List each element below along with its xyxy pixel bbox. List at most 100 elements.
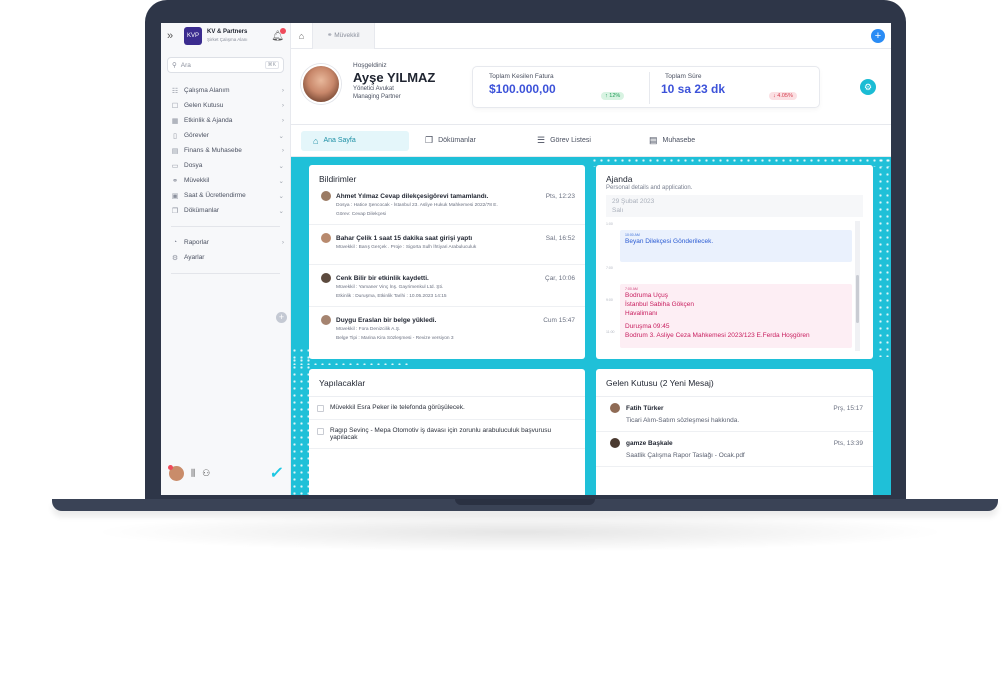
notification-dot <box>280 27 286 34</box>
sender-name: gamze Başkale <box>626 439 673 447</box>
notification-detail: Müvekkil : Yamaner Vinç İnş. Gayrimenkul… <box>336 285 444 290</box>
hour-label: 9:00 <box>606 298 613 302</box>
event-line: Bodruma Uçuş <box>625 292 668 299</box>
chevron-right-icon: › <box>281 239 284 246</box>
notification-item[interactable]: Cenk Bilir bir etkinlik kaydetti. Çar, 10… <box>309 265 585 307</box>
stat-change-badge: ↓ 4.05% <box>769 92 797 100</box>
calendar-icon: ▦ <box>171 117 179 125</box>
todo-checkbox[interactable] <box>317 428 324 435</box>
inbox-panel: Gelen Kutusu (2 Yeni Mesaj) Fatih Türker… <box>596 369 873 495</box>
agenda-date-text: 29 Şubat 2023 <box>612 198 655 205</box>
sidebar-nav: ☷ Çalışma Alanım › ☐ Gelen Kutusu › ▦ Etkinli… <box>161 83 290 218</box>
scrollbar-thumb[interactable] <box>856 275 859 323</box>
avatar <box>321 315 331 325</box>
sidebar-item-finance[interactable]: ▤ Finans & Muhasebe › <box>167 143 284 158</box>
chevron-down-icon: ⌄ <box>278 192 284 200</box>
home-icon: ⌂ <box>313 135 319 146</box>
sidebar-item-clients[interactable]: ⚭ Müvekkil ⌄ <box>167 173 284 188</box>
notification-item[interactable]: Duygu Eraslan bir belge yükledi. Cum 15:4… <box>309 307 585 348</box>
list-icon: ☰ <box>537 135 546 145</box>
notification-item[interactable]: Ahmet Yılmaz Cevap dilekçesigörevi tamam… <box>309 188 585 225</box>
message-time: Prş, 15:17 <box>833 404 863 412</box>
stat-label: Toplam Kesilen Fatura <box>489 73 554 80</box>
avatar <box>321 273 331 283</box>
hour-label: 11:00 <box>606 330 615 334</box>
sender-name: Fatih Türker <box>626 404 664 412</box>
collapse-icon[interactable]: » <box>167 30 179 42</box>
agenda-timeline: 1:00 7:00 9:00 11:00 10:00 AM Beyan Dile… <box>606 222 863 348</box>
tab-accounting[interactable]: ▤ Muhasebe <box>637 131 745 151</box>
tab-client[interactable]: ⚭ Müvekkil <box>313 23 375 49</box>
notification-title: Cenk Bilir bir etkinlik kaydetti. <box>336 274 429 282</box>
sidebar-item-billing[interactable]: ▣ Saat & Ücretlendirme ⌄ <box>167 188 284 203</box>
laptop-shadow <box>90 512 950 552</box>
sidebar-item-label: Dosya <box>184 162 203 169</box>
hour-label: 1:00 <box>606 222 613 226</box>
agenda-event[interactable]: 10:00 AM Beyan Dilekçesi Gönderilecek. <box>620 230 852 262</box>
status-dot <box>168 464 173 470</box>
workspace-icon: ☷ <box>171 87 179 95</box>
chevron-down-icon: ⌄ <box>278 207 284 215</box>
invoice-stat: Toplam Kesilen Fatura $100.000,00 <box>489 73 556 96</box>
agenda-date: 29 Şubat 2023 Salı <box>606 195 863 217</box>
stats-card: Toplam Kesilen Fatura $100.000,00 ↑ 12% … <box>472 66 820 108</box>
avatar <box>321 233 331 243</box>
sidebar-item-inbox[interactable]: ☐ Gelen Kutusu › <box>167 98 284 113</box>
agenda-event[interactable]: 7:00 AM Bodruma Uçuş İstanbul Sabiha Gök… <box>620 284 852 348</box>
search-shortcut: ⌘K <box>264 61 279 69</box>
sidebar-item-events[interactable]: ▦ Etkinlik & Ajanda › <box>167 113 284 128</box>
chevron-right-icon: › <box>281 117 284 124</box>
agenda-scrollbar[interactable] <box>855 221 860 351</box>
sidebar-item-files[interactable]: ▭ Dosya ⌄ <box>167 158 284 173</box>
search-input[interactable]: ⚲ Ara ⌘K <box>167 57 284 73</box>
settings-button[interactable]: ⚙ <box>860 79 876 95</box>
notification-title: Duygu Eraslan bir belge yükledi. <box>336 316 437 324</box>
notification-item[interactable]: Bahar Çelik 1 saat 15 dakika saat girişi… <box>309 225 585 265</box>
notifications-panel: Bildirimler Ahmet Yılmaz Cevap dilekçesi… <box>309 165 585 359</box>
todo-item[interactable]: Ragıp Sevinç - Mepa Otomotiv iş davası i… <box>309 420 585 449</box>
divider <box>171 273 280 274</box>
sidebar-item-tasks[interactable]: ▯ Görevler ⌄ <box>167 128 284 143</box>
welcome-block: Hoşgeldiniz Ayşe YILMAZ Yönetici Avukat … <box>353 62 435 101</box>
documents-icon: ❐ <box>425 135 434 145</box>
sidebar-header: » KVP KV & Partners Şirket Çalışma Alanı… <box>161 23 290 49</box>
sliders-icon[interactable]: ⫼ <box>191 468 195 479</box>
sidebar-item-workspace[interactable]: ☷ Çalışma Alanım › <box>167 83 284 98</box>
user-role: Yönetici Avukat <box>353 86 394 92</box>
event-title: Beyan Dilekçesi Gönderilecek. <box>625 238 714 245</box>
add-icon[interactable]: + <box>276 312 287 323</box>
sidebar-item-settings[interactable]: ⚙ Ayarlar <box>167 250 284 265</box>
laptop-mockup: » KVP KV & Partners Şirket Çalışma Alanı… <box>0 0 1006 699</box>
add-user-icon[interactable]: ⚇ <box>202 468 210 479</box>
greeting: Hoşgeldiniz <box>353 62 387 69</box>
todo-checkbox[interactable] <box>317 405 324 412</box>
stat-label: Toplam Süre <box>665 73 702 80</box>
event-line: Bodrum 3. Asliye Ceza Mahkemesi 2023/123… <box>625 332 810 339</box>
chevron-right-icon: › <box>281 102 284 109</box>
avatar[interactable] <box>168 464 184 481</box>
sidebar-item-reports[interactable]: ◔ Raporlar › <box>167 235 284 250</box>
tab-documents[interactable]: ❐ Dökümanlar <box>413 131 521 151</box>
event-time: 10:00 AM <box>625 233 640 237</box>
notification-detail: Görev: Cevap Dilekçesi <box>336 212 387 217</box>
message-preview: Ticari Alım-Satım sözleşmesi hakkında. <box>626 417 740 424</box>
notification-title: Bahar Çelik 1 saat 15 dakika saat girişi… <box>336 234 473 242</box>
tab-tasks[interactable]: ☰ Görev Listesi <box>525 131 633 151</box>
user-title: Managing Partner <box>353 94 401 100</box>
clients-icon: ⚭ <box>172 177 178 185</box>
dot-pattern <box>877 157 891 357</box>
brand-logo: KVP <box>184 27 202 45</box>
notification-detail: Müvekkil : Fora Denizcilik A.Ş. <box>336 327 401 332</box>
todo-item[interactable]: Müvekkil Esra Peker ile telefonda görüşü… <box>309 397 585 420</box>
new-tab-button[interactable]: + <box>871 28 885 43</box>
home-tab-icon[interactable]: ⌂ <box>291 23 313 49</box>
avatar <box>610 438 620 448</box>
inbox-message[interactable]: gamze Başkale Pts, 13:39 Saatlik Çalışma … <box>596 432 873 467</box>
sidebar-item-documents[interactable]: ❐ Dökümanlar ⌄ <box>167 203 284 218</box>
tab-home[interactable]: ⌂ Ana Sayfa <box>301 130 409 151</box>
inbox-message[interactable]: Fatih Türker Prş, 15:17 Ticari Alım-Satım… <box>596 397 873 432</box>
page-tabs: ⌂ Ana Sayfa ❐ Dökümanlar ☰ Görev Listesi ▤ M… <box>291 125 891 157</box>
panel-title: Gelen Kutusu (2 Yeni Mesaj) <box>596 369 873 397</box>
notification-time: Pts, 12:23 <box>545 192 575 200</box>
bell-icon[interactable]: 🔔︎ <box>271 27 286 42</box>
